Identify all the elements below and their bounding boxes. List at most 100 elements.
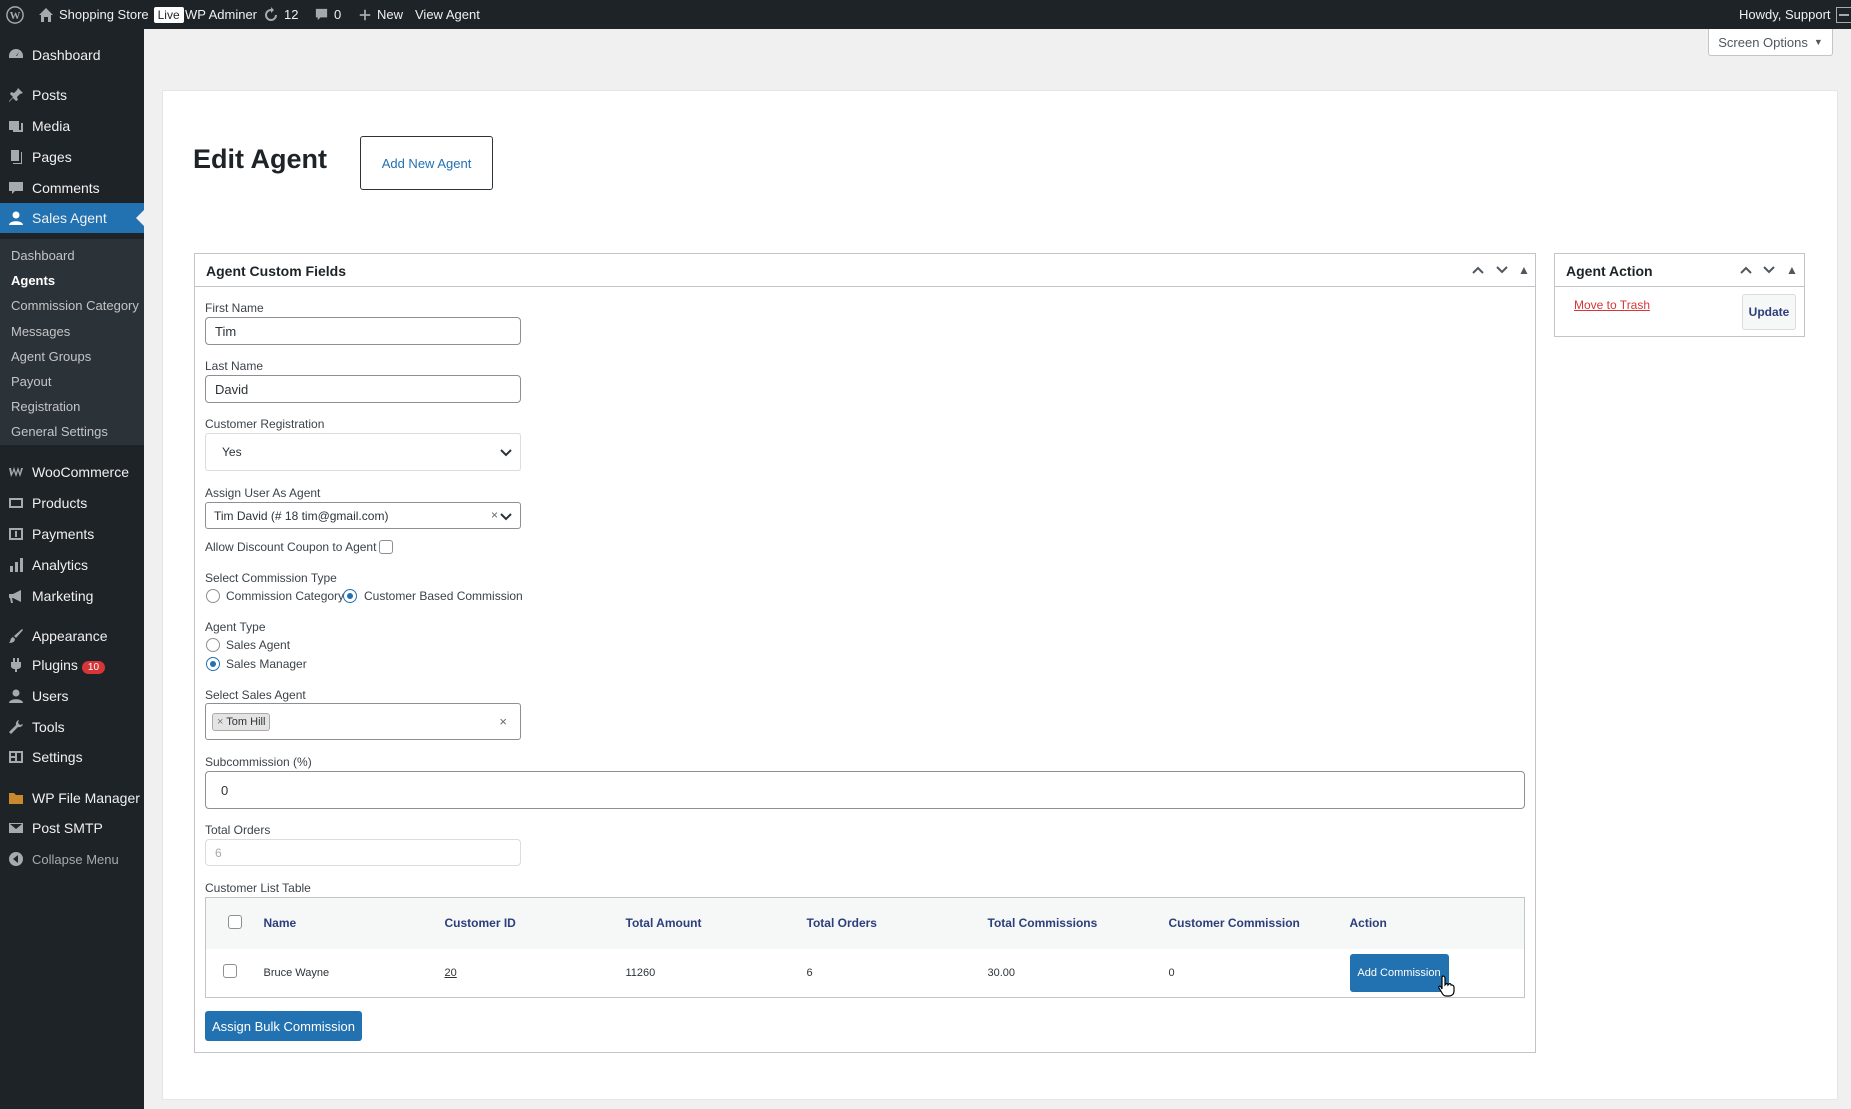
submenu-dashboard[interactable]: Dashboard: [11, 248, 75, 263]
menu-plugins-label: Plugins 10: [32, 657, 106, 674]
chevron-down-icon: [500, 447, 512, 457]
updates-count: 12: [284, 7, 299, 22]
commission-category-radio[interactable]: [206, 589, 220, 603]
assign-user-value: Tim David (# 18 tim@gmail.com): [214, 508, 389, 523]
customer-based-commission-radio[interactable]: [343, 589, 357, 603]
submenu-messages[interactable]: Messages: [11, 324, 70, 339]
my-account-link[interactable]: Howdy, Support: [1739, 0, 1851, 29]
subcommission-field[interactable]: 0: [205, 771, 1525, 809]
last-name-field[interactable]: David: [205, 375, 521, 403]
collapse-menu-button[interactable]: Collapse Menu: [0, 844, 144, 874]
menu-products-label: Products: [32, 495, 88, 511]
menu-dashboard[interactable]: Dashboard: [0, 40, 144, 70]
menu-comments[interactable]: Comments: [0, 173, 144, 203]
menu-posts[interactable]: Posts: [0, 80, 144, 110]
column-name[interactable]: Name: [263, 897, 445, 949]
submenu-payout[interactable]: Payout: [11, 374, 51, 389]
submenu-agent-groups[interactable]: Agent Groups: [11, 349, 91, 364]
payments-icon: [9, 528, 23, 540]
menu-tools[interactable]: Tools: [0, 712, 144, 742]
assign-user-select[interactable]: Tim David (# 18 tim@gmail.com) ×: [205, 502, 521, 529]
admin-bar: W Shopping Store Live WP Adminer 12 0 Ne…: [0, 0, 1851, 29]
sales-manager-radio[interactable]: [206, 657, 220, 671]
clear-all-icon[interactable]: ×: [499, 714, 507, 729]
menu-wp-file-manager[interactable]: WP File Manager: [0, 783, 144, 813]
allow-discount-checkbox[interactable]: [379, 540, 393, 554]
first-name-label: First Name: [205, 301, 264, 315]
menu-users[interactable]: Users: [0, 681, 144, 711]
new-content-link[interactable]: New: [358, 0, 403, 29]
cell-total-amount: 11260: [625, 948, 807, 998]
customer-list-label: Customer List Table: [205, 881, 311, 895]
menu-woocommerce[interactable]: WooCommerce: [0, 457, 144, 487]
menu-appearance[interactable]: Appearance: [0, 621, 144, 651]
menu-sales-agent[interactable]: Sales Agent: [0, 203, 144, 233]
add-commission-button[interactable]: Add Commission: [1349, 953, 1449, 992]
wrench-icon: [9, 720, 23, 734]
menu-products[interactable]: Products: [0, 488, 144, 518]
submenu-registration[interactable]: Registration: [11, 399, 80, 414]
column-total-orders[interactable]: Total Orders: [806, 897, 988, 949]
first-name-field[interactable]: Tim: [205, 317, 521, 345]
submenu-general-settings[interactable]: General Settings: [11, 424, 108, 439]
toggle-panel-icon[interactable]: ▲: [1783, 261, 1801, 279]
customer-registration-select[interactable]: Yes: [205, 433, 521, 471]
commission-type-label: Select Commission Type: [205, 571, 337, 585]
select-all-checkbox[interactable]: [228, 914, 242, 929]
customer-id-link[interactable]: 20: [445, 967, 457, 979]
move-down-icon[interactable]: [1760, 261, 1778, 279]
move-up-icon[interactable]: [1469, 261, 1487, 279]
submenu-agents[interactable]: Agents: [11, 273, 55, 288]
wordpress-logo-icon[interactable]: W: [6, 0, 24, 29]
dashboard-icon: [9, 49, 23, 58]
assign-user-label: Assign User As Agent: [205, 486, 321, 500]
update-button[interactable]: Update: [1742, 294, 1796, 330]
site-name-link[interactable]: Shopping Store Live: [38, 0, 184, 29]
cell-name: Bruce Wayne: [263, 948, 445, 998]
view-agent-label: View Agent: [415, 7, 480, 22]
comment-icon: [315, 8, 328, 21]
toggle-panel-icon[interactable]: ▲: [1515, 261, 1533, 279]
screen-options-button[interactable]: Screen Options ▼: [1708, 29, 1833, 56]
column-total-amount[interactable]: Total Amount: [625, 897, 807, 949]
add-new-agent-button[interactable]: Add New Agent: [360, 136, 493, 190]
column-total-commissions[interactable]: Total Commissions: [987, 897, 1169, 949]
menu-media[interactable]: Media: [0, 111, 144, 141]
menu-pages[interactable]: Pages: [0, 142, 144, 172]
envelope-icon: [9, 823, 23, 833]
menu-analytics[interactable]: Analytics: [0, 550, 144, 580]
comments-link[interactable]: 0: [314, 0, 341, 29]
move-down-icon[interactable]: [1493, 261, 1511, 279]
box-title: Agent Action: [1566, 263, 1653, 279]
assign-bulk-commission-button[interactable]: Assign Bulk Commission: [205, 1011, 362, 1041]
selected-agent-tag: × Tom Hill: [212, 712, 271, 731]
column-customer-id[interactable]: Customer ID: [444, 897, 626, 949]
sales-agent-radio[interactable]: [206, 638, 220, 652]
menu-settings[interactable]: Settings: [0, 742, 144, 772]
wp-adminer-link[interactable]: WP Adminer: [185, 0, 257, 29]
column-customer-commission[interactable]: Customer Commission: [1168, 897, 1350, 949]
admin-sidebar: Dashboard Posts Media Pages Comments Sal…: [0, 29, 144, 1109]
clear-selection-icon[interactable]: ×: [491, 508, 498, 522]
live-badge: Live: [153, 6, 184, 23]
menu-post-smtp[interactable]: Post SMTP: [0, 813, 144, 843]
remove-tag-icon[interactable]: ×: [217, 716, 223, 728]
paintbrush-icon: [9, 629, 23, 643]
updates-link[interactable]: 12: [263, 0, 298, 29]
menu-analytics-label: Analytics: [32, 557, 89, 573]
select-sales-agent-multiselect[interactable]: × Tom Hill ×: [205, 703, 521, 740]
submenu-commission-category[interactable]: Commission Category: [11, 298, 139, 313]
menu-payments[interactable]: Payments: [0, 519, 144, 549]
menu-posts-label: Posts: [32, 87, 68, 103]
home-icon: [39, 7, 53, 22]
menu-plugins[interactable]: Plugins 10: [0, 650, 144, 680]
move-up-icon[interactable]: [1737, 261, 1755, 279]
move-to-trash-link[interactable]: Move to Trash: [1574, 298, 1650, 312]
menu-sales-agent-label: Sales Agent: [32, 210, 107, 226]
new-label: New: [377, 7, 404, 22]
menu-marketing[interactable]: Marketing: [0, 581, 144, 611]
view-agent-link[interactable]: View Agent: [415, 0, 480, 29]
menu-media-label: Media: [32, 118, 71, 134]
menu-woocommerce-label: WooCommerce: [32, 464, 129, 480]
row-checkbox[interactable]: [223, 964, 237, 979]
